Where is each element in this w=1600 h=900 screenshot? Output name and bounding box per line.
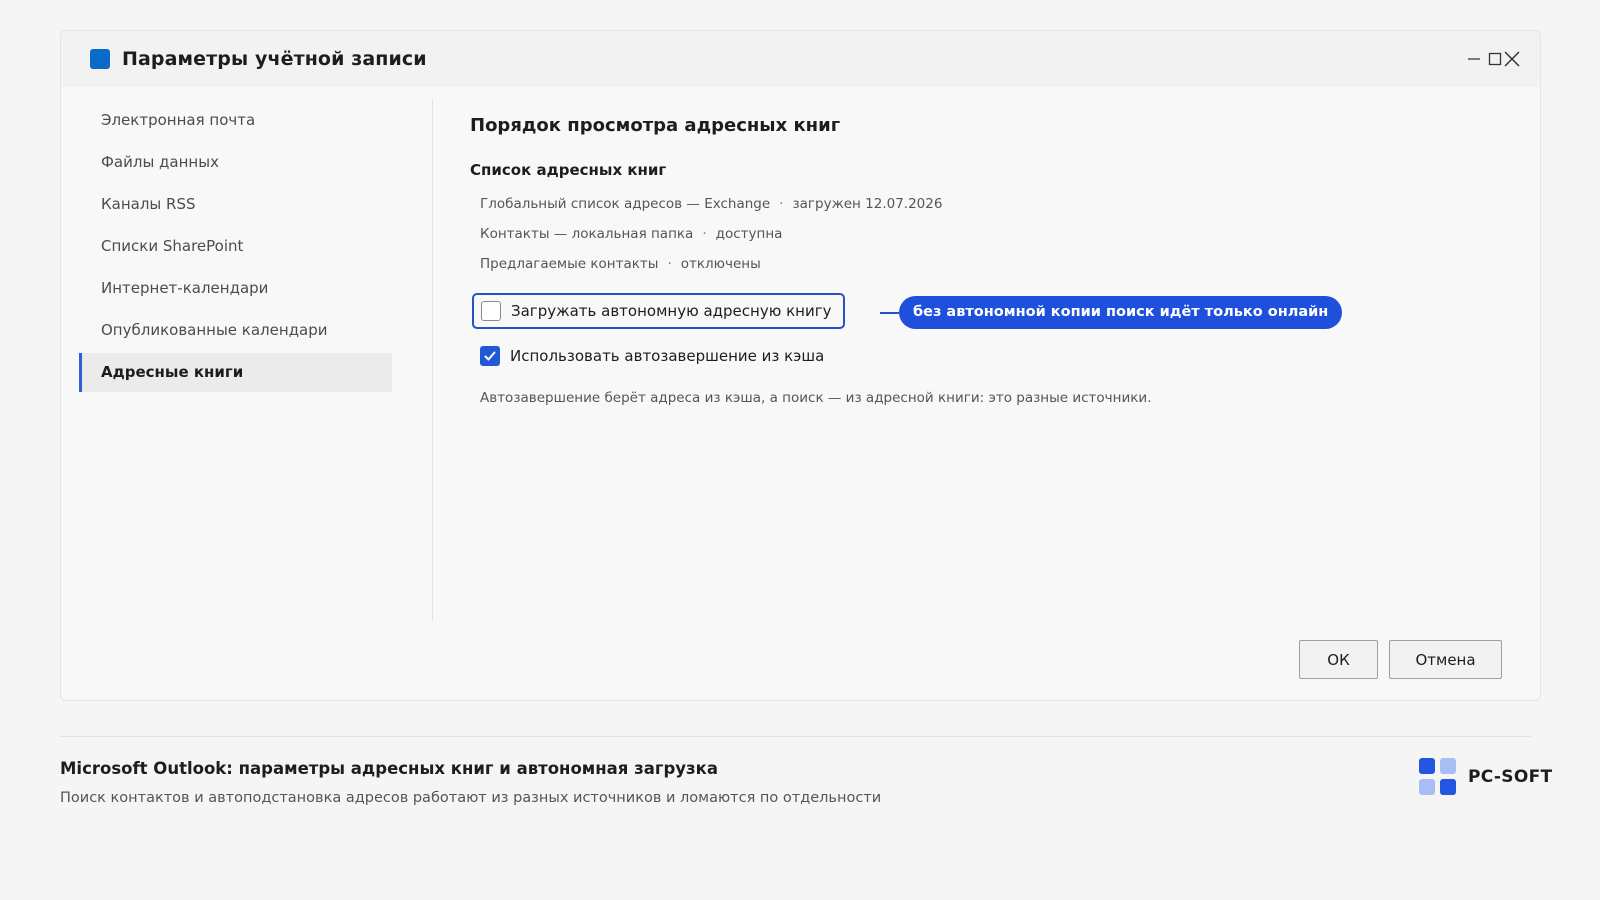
offline-address-book-checkbox[interactable] bbox=[481, 301, 501, 321]
sidebar-item-published-calendars[interactable]: Опубликованные календари bbox=[79, 311, 392, 350]
callout-connector bbox=[880, 312, 899, 314]
sidebar-divider bbox=[432, 99, 433, 621]
book-status: доступна bbox=[715, 226, 783, 242]
cache-autocomplete-option[interactable]: Использовать автозавершение из кэша bbox=[480, 346, 824, 366]
footer-title: Microsoft Outlook: параметры адресных кн… bbox=[60, 759, 718, 778]
list-item[interactable]: Контакты — локальная папка · доступна bbox=[480, 226, 782, 242]
separator: · bbox=[779, 196, 784, 212]
footer-subtitle: Поиск контактов и автоподстановка адресо… bbox=[60, 790, 882, 806]
address-books-panel: Порядок просмотра адресных книг Список а… bbox=[470, 115, 1470, 406]
checkmark-icon bbox=[484, 351, 496, 361]
logo-tile bbox=[1440, 758, 1456, 774]
page-title: Порядок просмотра адресных книг bbox=[470, 115, 841, 136]
minimize-icon[interactable] bbox=[1465, 50, 1483, 68]
logo-tile bbox=[1419, 779, 1435, 795]
cancel-button[interactable]: Отмена bbox=[1389, 640, 1502, 679]
settings-sidebar: Электронная почта Файлы данных Каналы RS… bbox=[79, 101, 392, 395]
brand-name: PC-SOFT bbox=[1468, 766, 1553, 787]
logo-tile bbox=[1419, 758, 1435, 774]
book-name: Глобальный список адресов — Exchange bbox=[480, 196, 771, 212]
book-name: Предлагаемые контакты bbox=[480, 256, 659, 272]
sidebar-item-internet-calendars[interactable]: Интернет-календари bbox=[79, 269, 392, 308]
info-note: Автозавершение берёт адреса из кэша, а п… bbox=[480, 390, 1152, 406]
close-icon[interactable] bbox=[1503, 50, 1521, 68]
cache-autocomplete-checkbox[interactable] bbox=[480, 346, 500, 366]
separator: · bbox=[667, 256, 672, 272]
list-item[interactable]: Глобальный список адресов — Exchange · заг… bbox=[480, 196, 942, 212]
sidebar-item-address-books[interactable]: Адресные книги bbox=[79, 353, 392, 392]
cache-autocomplete-label: Использовать автозавершение из кэша bbox=[510, 347, 825, 365]
brand-logo: PC-SOFT bbox=[1419, 758, 1552, 795]
ok-button[interactable]: ОК bbox=[1299, 640, 1378, 679]
list-item[interactable]: Предлагаемые контакты · отключены bbox=[480, 256, 761, 272]
callout-badge: без автономной копии поиск идёт только о… bbox=[899, 296, 1343, 329]
account-settings-window: Параметры учётной записи Электронная поч… bbox=[60, 30, 1541, 701]
brand-logo-icon bbox=[1419, 758, 1456, 795]
book-name: Контакты — локальная папка bbox=[480, 226, 694, 242]
separator: · bbox=[702, 226, 707, 242]
footer-divider bbox=[60, 736, 1531, 737]
book-status: отключены bbox=[680, 256, 761, 272]
offline-address-book-option[interactable]: Загружать автономную адресную книгу bbox=[472, 293, 846, 329]
window-title: Параметры учётной записи bbox=[122, 48, 427, 70]
list-title: Список адресных книг bbox=[470, 161, 667, 179]
sidebar-item-sharepoint[interactable]: Списки SharePoint bbox=[79, 227, 392, 266]
sidebar-item-data-files[interactable]: Файлы данных bbox=[79, 143, 392, 182]
title-bar: Параметры учётной записи bbox=[61, 31, 1540, 87]
offline-address-book-label: Загружать автономную адресную книгу bbox=[511, 302, 832, 320]
book-status: загружен 12.07.2026 bbox=[792, 196, 943, 212]
sidebar-item-rss[interactable]: Каналы RSS bbox=[79, 185, 392, 224]
logo-tile bbox=[1440, 779, 1456, 795]
app-icon bbox=[90, 49, 110, 69]
maximize-icon[interactable] bbox=[1486, 50, 1504, 68]
sidebar-item-email[interactable]: Электронная почта bbox=[79, 101, 392, 140]
